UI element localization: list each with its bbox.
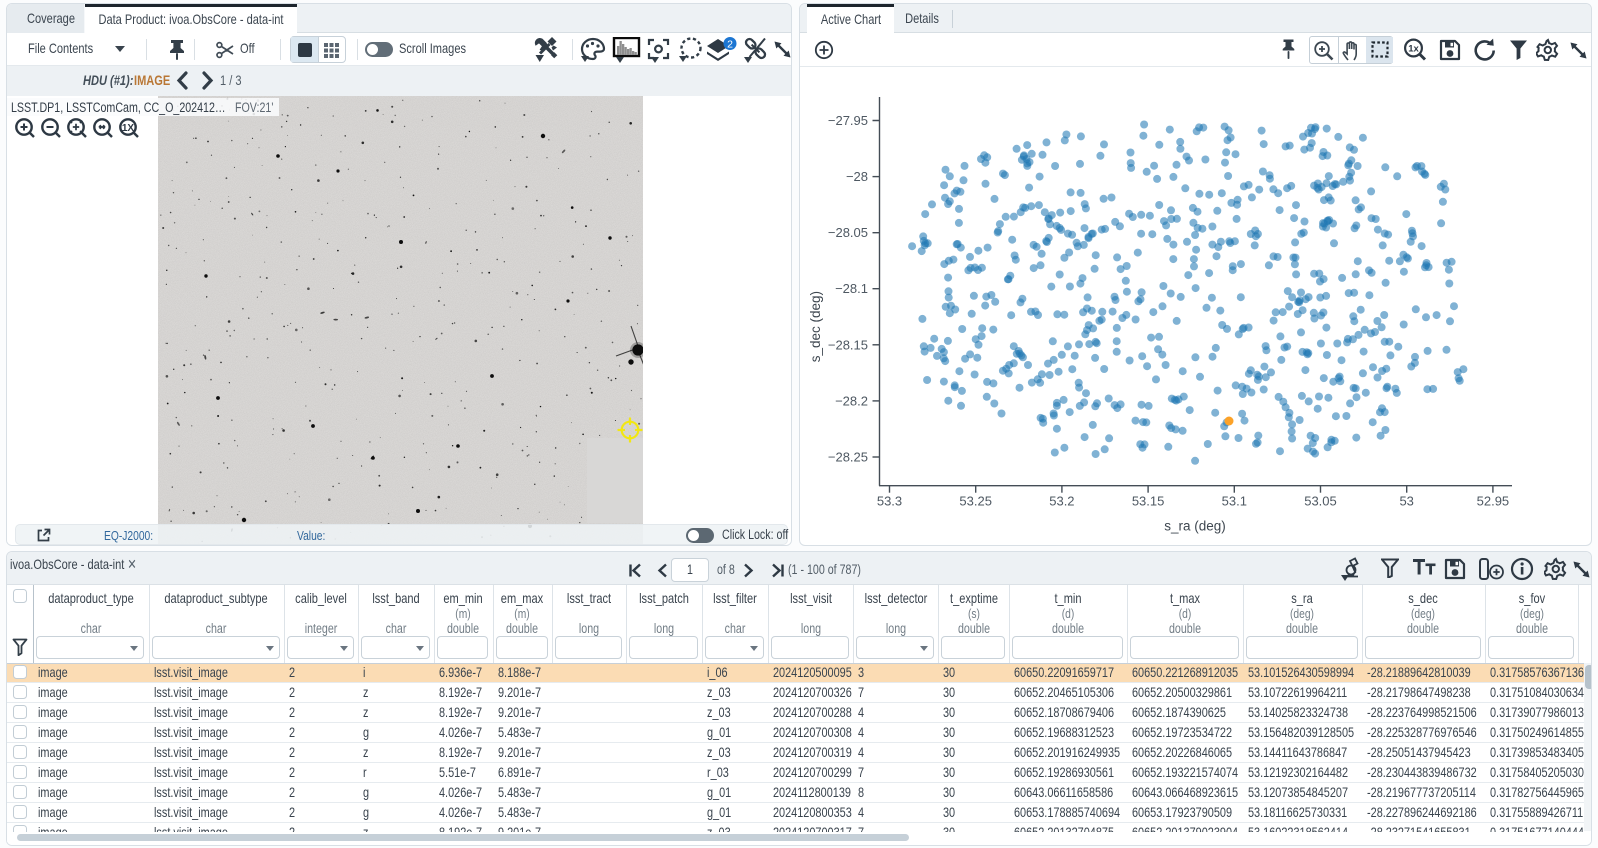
- svg-text:−28.1: −28.1: [835, 281, 868, 296]
- svg-text:1X: 1X: [122, 123, 135, 134]
- svg-text:53.3: 53.3: [877, 494, 902, 509]
- svg-text:53.25: 53.25: [959, 494, 992, 509]
- svg-text:53: 53: [1399, 494, 1413, 509]
- svg-text:53.2: 53.2: [1049, 494, 1074, 509]
- svg-text:−28.05: −28.05: [828, 225, 868, 240]
- svg-text:53.05: 53.05: [1304, 494, 1337, 509]
- svg-text:−28.15: −28.15: [828, 337, 868, 352]
- svg-text:52.95: 52.95: [1477, 494, 1510, 509]
- svg-text:−28.25: −28.25: [828, 450, 868, 465]
- svg-text:−28: −28: [846, 169, 868, 184]
- svg-text:53.15: 53.15: [1132, 494, 1165, 509]
- svg-text:−27.95: −27.95: [828, 113, 868, 128]
- svg-text:−28.2: −28.2: [835, 393, 868, 408]
- svg-text:s_dec (deg): s_dec (deg): [808, 291, 823, 362]
- svg-text:2: 2: [727, 39, 733, 51]
- svg-text:1x: 1x: [1408, 44, 1419, 55]
- svg-text:s_ra (deg): s_ra (deg): [1164, 519, 1226, 534]
- svg-text:53.1: 53.1: [1222, 494, 1247, 509]
